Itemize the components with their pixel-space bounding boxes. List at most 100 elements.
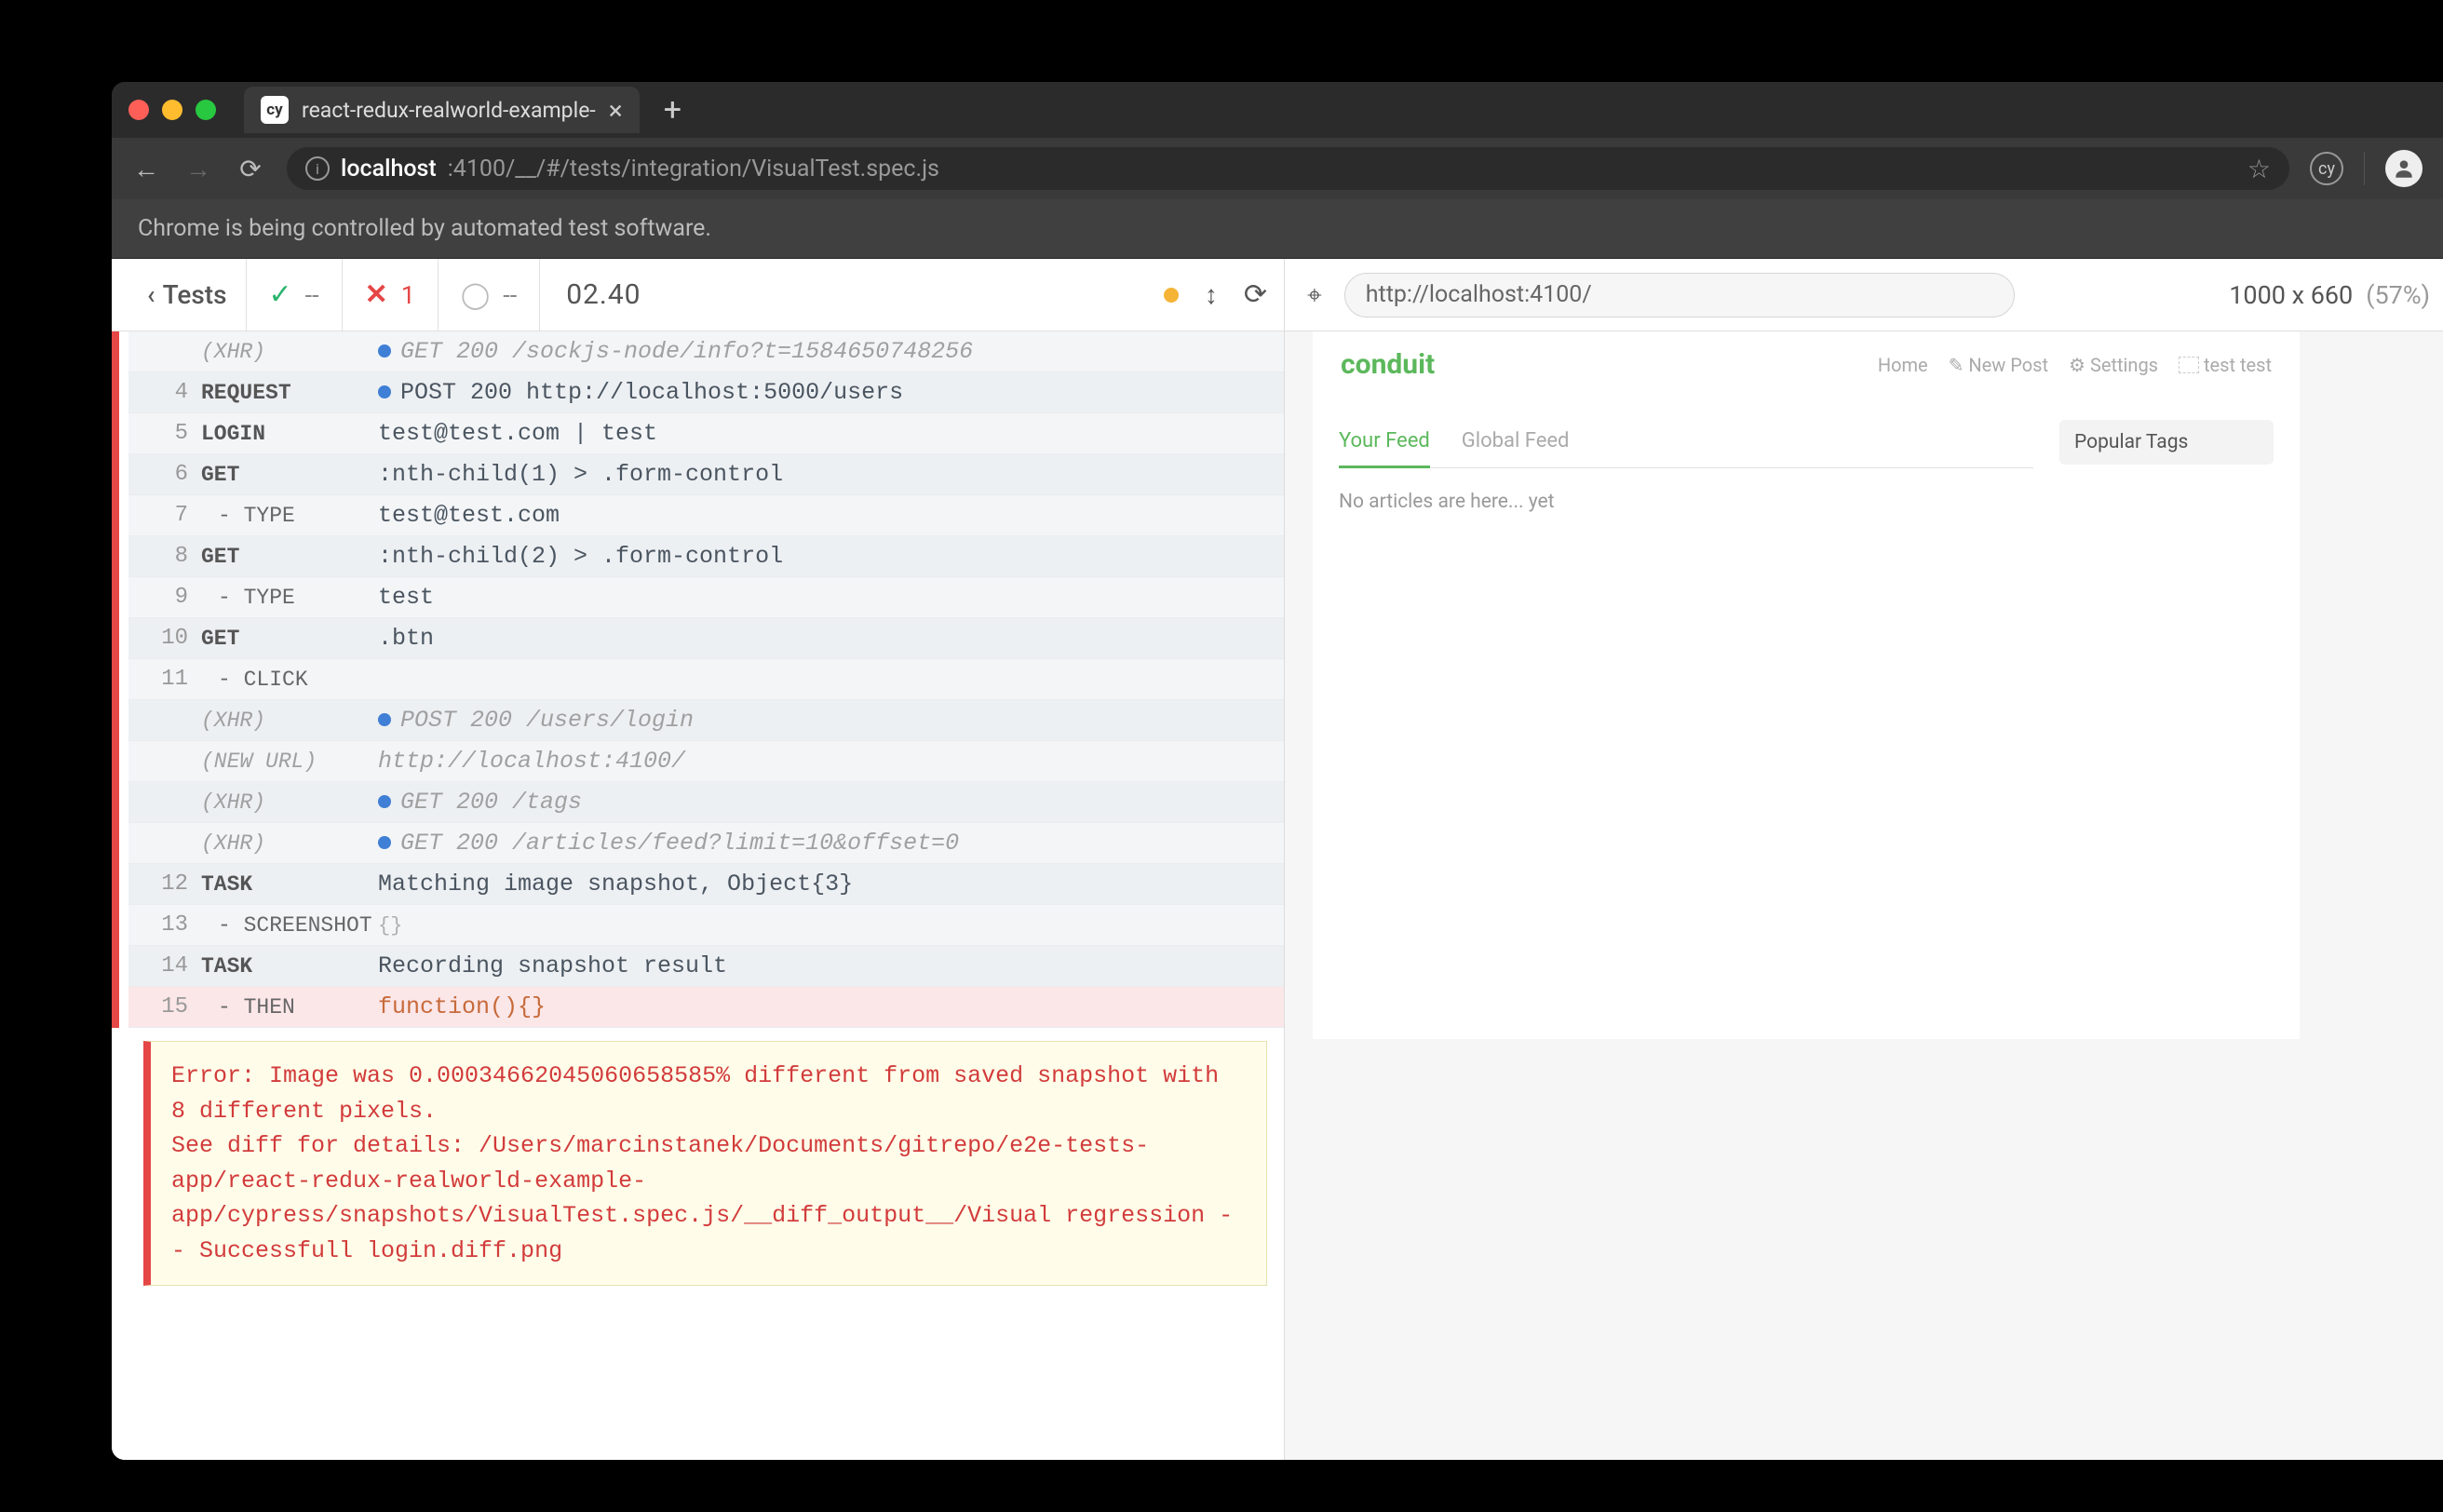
bookmark-star-icon[interactable]: ☆: [2247, 154, 2271, 184]
command-name: TASK: [201, 954, 378, 979]
command-log-row[interactable]: 10GET.btn: [128, 618, 1284, 659]
command-log-row[interactable]: (XHR)GET 200 /sockjs-node/info?t=1584650…: [128, 331, 1284, 372]
command-name: GET: [201, 463, 378, 487]
edit-icon: ✎: [1949, 354, 1964, 376]
window-minimize-button[interactable]: [162, 100, 182, 120]
command-log-row[interactable]: 11- CLICK: [128, 659, 1284, 700]
feed-tabs: Your Feed Global Feed: [1339, 420, 2033, 468]
tab-close-icon[interactable]: ×: [609, 95, 623, 126]
xhr-dot-icon: [378, 713, 391, 726]
nav-settings[interactable]: ⚙Settings: [2069, 354, 2158, 376]
command-log-row[interactable]: 7 - TYPEtest@test.com: [128, 495, 1284, 536]
row-number: 11: [142, 667, 188, 692]
command-log-row[interactable]: 13- SCREENSHOT {}: [128, 905, 1284, 946]
pending-icon: ◯: [461, 279, 490, 310]
command-name: - TYPE: [201, 504, 378, 528]
infobar-text: Chrome is being controlled by automated …: [138, 215, 711, 242]
command-message: test: [378, 584, 1271, 611]
tab-global-feed[interactable]: Global Feed: [1462, 420, 1570, 467]
tab-your-feed[interactable]: Your Feed: [1339, 420, 1430, 468]
check-icon: ✓: [269, 278, 292, 311]
profile-button[interactable]: [2385, 150, 2423, 187]
conduit-feed: Your Feed Global Feed No articles are he…: [1339, 420, 2033, 535]
error-message: Error: Image was 0.00034662045060658585%…: [143, 1041, 1267, 1286]
address-bar[interactable]: i localhost :4100/__/#/tests/integration/…: [287, 147, 2289, 190]
command-message: .btn: [378, 625, 1271, 652]
command-log-row[interactable]: 15- THENfunction(){}: [128, 987, 1284, 1028]
tab-title: react-redux-realworld-example-: [302, 98, 596, 123]
command-log-row[interactable]: (XHR)GET 200 /articles/feed?limit=10&off…: [128, 823, 1284, 864]
reload-button[interactable]: ⟳: [235, 154, 266, 184]
command-log-row[interactable]: 4REQUESTPOST 200 http://localhost:5000/u…: [128, 372, 1284, 413]
browser-tab[interactable]: cy react-redux-realworld-example- ×: [244, 87, 640, 133]
nav-home[interactable]: Home: [1878, 354, 1928, 376]
command-message: test@test.com | test: [378, 420, 1271, 447]
cypress-extension-icon[interactable]: cy: [2310, 152, 2343, 185]
command-log-row[interactable]: 8GET:nth-child(2) > .form-control: [128, 536, 1284, 577]
status-dot-icon: [1164, 288, 1179, 303]
command-name: (NEW URL): [201, 749, 378, 774]
command-log-row[interactable]: (NEW URL)http://localhost:4100/: [128, 741, 1284, 782]
command-log-row[interactable]: 6GET:nth-child(1) > .form-control: [128, 454, 1284, 495]
command-log-row[interactable]: 12TASKMatching image snapshot, Object{3}: [128, 864, 1284, 905]
viewport-size: 1000 x 660: [2229, 280, 2353, 310]
selector-playground-icon[interactable]: ⌖: [1307, 279, 1322, 311]
command-message: GET 200 /sockjs-node/info?t=158465074825…: [378, 338, 1271, 365]
auto-scroll-icon[interactable]: ↕: [1205, 279, 1218, 310]
new-tab-button[interactable]: +: [664, 91, 682, 128]
command-log-row[interactable]: 9- TYPEtest: [128, 577, 1284, 618]
command-log-row[interactable]: 5LOGINtest@test.com | test: [128, 413, 1284, 454]
row-number: 14: [142, 953, 188, 979]
command-message: http://localhost:4100/: [378, 748, 1271, 775]
command-name: (XHR): [201, 340, 378, 364]
tests-back-button[interactable]: ‹ Tests: [128, 259, 247, 331]
titlebar: cy react-redux-realworld-example- × +: [112, 82, 2443, 138]
popular-tags-title: Popular Tags: [2059, 420, 2274, 465]
window-close-button[interactable]: [128, 100, 149, 120]
nav-user[interactable]: test test: [2179, 354, 2272, 376]
back-button[interactable]: ←: [130, 154, 162, 184]
cypress-preview: ⌖ http://localhost:4100/ 1000 x 660 (57%…: [1285, 259, 2443, 1460]
tests-back-label: Tests: [163, 279, 227, 310]
site-info-icon[interactable]: i: [305, 156, 330, 181]
command-name: TASK: [201, 872, 378, 897]
app-under-test[interactable]: conduit Home ✎New Post ⚙Settings test te…: [1313, 331, 2300, 1039]
command-message: Matching image snapshot, Object{3}: [378, 871, 1271, 898]
pending-count: --: [503, 280, 517, 310]
xhr-dot-icon: [378, 836, 391, 849]
conduit-main: Your Feed Global Feed No articles are he…: [1313, 398, 2300, 558]
command-log-row[interactable]: (XHR)POST 200 /users/login: [128, 700, 1284, 741]
traffic-lights: [128, 100, 216, 120]
command-name: (XHR): [201, 790, 378, 815]
command-name: GET: [201, 545, 378, 569]
command-message: test@test.com: [378, 502, 1271, 529]
url-path: :4100/__/#/tests/integration/VisualTest.…: [448, 155, 939, 182]
command-log[interactable]: (XHR)GET 200 /sockjs-node/info?t=1584650…: [112, 331, 1284, 1460]
command-message: Recording snapshot result: [378, 952, 1271, 979]
command-log-row[interactable]: 14 TASKRecording snapshot result: [128, 946, 1284, 987]
command-log-row[interactable]: (XHR)GET 200 /tags: [128, 782, 1284, 823]
test-duration: 02.40: [540, 278, 667, 311]
conduit-sidebar: Popular Tags: [2059, 420, 2274, 535]
command-name: - THEN: [201, 995, 378, 1019]
url-host: localhost: [341, 155, 437, 182]
row-number: 5: [142, 421, 188, 446]
rerun-icon[interactable]: ⟳: [1244, 278, 1267, 311]
preview-url-input[interactable]: http://localhost:4100/: [1344, 273, 2015, 317]
gear-icon: ⚙: [2069, 354, 2085, 376]
automation-infobar: Chrome is being controlled by automated …: [112, 199, 2443, 259]
conduit-brand[interactable]: conduit: [1341, 348, 1435, 381]
nav-new-post[interactable]: ✎New Post: [1949, 354, 2048, 376]
chevron-left-icon: ‹: [147, 279, 155, 310]
cypress-header-controls: ↕ ⟳: [1164, 278, 1267, 311]
window-zoom-button[interactable]: [196, 100, 216, 120]
command-name: (XHR): [201, 709, 378, 733]
row-number: 7: [142, 503, 188, 528]
command-name: REQUEST: [201, 381, 378, 405]
forward-button[interactable]: →: [182, 154, 214, 184]
preview-header: ⌖ http://localhost:4100/ 1000 x 660 (57%…: [1285, 259, 2443, 331]
viewport-scale: (57%): [2366, 280, 2430, 310]
pass-count: --: [305, 280, 319, 310]
row-number: 15: [142, 994, 188, 1019]
cypress-reporter: ‹ Tests ✓ -- ✕ 1 ◯ -- 02.40 ↕: [112, 259, 1285, 1460]
